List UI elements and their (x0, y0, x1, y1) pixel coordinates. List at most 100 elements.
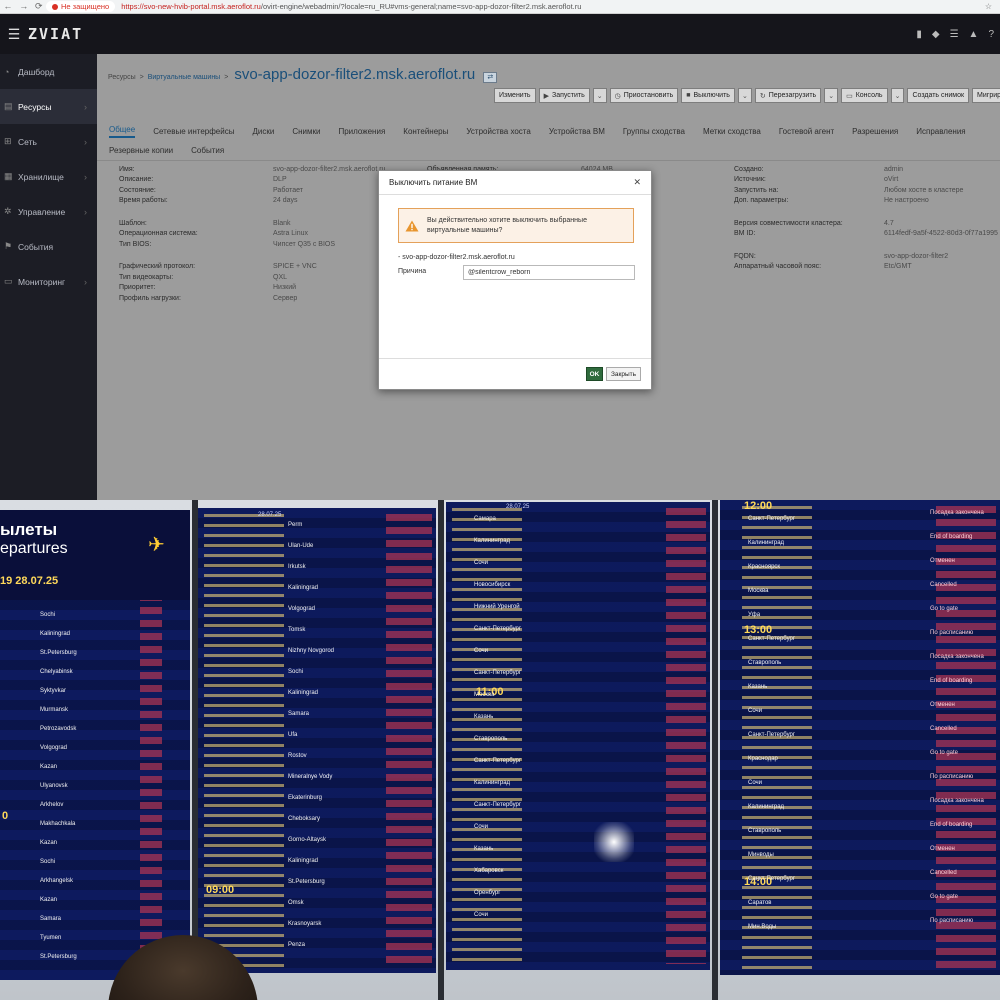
destination-city: Ставрополь (474, 736, 508, 742)
destination-city: Nizhny Novgorod (288, 648, 335, 654)
shutdown-button[interactable]: ■ Выключить (681, 88, 735, 103)
destination-city: Mineralnye Vody (288, 774, 333, 780)
destination-city: Krasnoyarsk (288, 921, 322, 927)
reason-input[interactable] (463, 265, 635, 280)
tab-row1-5[interactable]: Контейнеры (403, 127, 448, 136)
destination-city: Kaliningrad (40, 631, 71, 637)
reboot-button[interactable]: ↻ Перезагрузить (754, 88, 822, 103)
gear-icon: ✲ (4, 206, 12, 216)
light-glare (594, 822, 634, 862)
edit-button[interactable]: Изменить (494, 88, 536, 103)
page-title: svo-app-dozor-filter2.msk.aeroflot.ru (234, 66, 476, 83)
bell-icon[interactable]: ▲ (969, 29, 979, 40)
breadcrumb-root[interactable]: Ресурсы (108, 74, 136, 81)
bookmark-icon[interactable]: ▮ (916, 29, 922, 40)
tab-row2-0[interactable]: Резервные копии (109, 146, 173, 155)
forward-icon[interactable]: → (19, 1, 28, 12)
board-date: 28.07.25 (258, 512, 282, 518)
destination-city: Калининград (474, 538, 511, 544)
detail-key: Доп. параметры: (734, 197, 789, 205)
destination-city: Санкт-Петербург (748, 636, 796, 642)
detail-key: Имя: (119, 165, 135, 173)
detail-key: Операционная система: (119, 230, 198, 238)
destination-city: Уфа (748, 612, 761, 618)
header-icons: ▮ ◆ ☰ ▲ ? (916, 29, 1000, 40)
insecure-badge[interactable]: Не защищено (46, 1, 116, 12)
sidebar-item-resources[interactable]: ▤ Ресурсы › (0, 89, 97, 124)
reload-icon[interactable]: ⟳ (35, 1, 43, 12)
close-button[interactable]: Закрыть (605, 367, 641, 381)
console-button[interactable]: ▭ Консоль (841, 88, 888, 103)
tab-row1-11[interactable]: Разрешения (852, 127, 898, 136)
destination-city: Новосибирск (474, 582, 511, 588)
tab-row1-12[interactable]: Исправления (916, 127, 965, 136)
sidebar-item-network[interactable]: ⊞ Сеть › (0, 124, 97, 159)
back-icon[interactable]: ← (3, 1, 12, 12)
tag-icon[interactable]: ◆ (932, 29, 940, 40)
status-column (666, 508, 706, 964)
destination-city: Санкт-Петербург (748, 876, 796, 882)
destination-city: Москва (748, 588, 769, 594)
sidebar-item-label: Ресурсы (18, 101, 52, 112)
destination-city: Санкт-Петербург (748, 516, 796, 522)
flight-status: Cancelled (930, 726, 957, 732)
pause-button[interactable]: ◷ Приостановить (609, 88, 679, 103)
flight-status: Отменен (930, 846, 955, 852)
board-date: 19 28.07.25 (0, 575, 59, 587)
tab-row1-8[interactable]: Группы сходства (623, 127, 685, 136)
board-title-ru: ылеты (0, 520, 58, 539)
dashboard-icon: ◔ (4, 66, 10, 77)
detail-key: FQDN: (734, 252, 756, 260)
tab-row1-7[interactable]: Устройства ВМ (549, 127, 605, 136)
sidebar-item-admin[interactable]: ✲ Управление › (0, 194, 97, 229)
board-header: ылеты epartures 19 28.07.25 ✈ (0, 510, 190, 600)
sidebar-item-label: Дашборд (18, 66, 55, 77)
destination-city: Самара (474, 516, 496, 522)
detail-row: Запустить на: Любом хосте в кластере (734, 185, 998, 196)
detail-value: admin (884, 165, 904, 173)
destination-city: Сочи (474, 648, 489, 654)
tasks-icon[interactable]: ☰ (950, 29, 959, 40)
menu-icon[interactable]: ☰ (0, 26, 28, 43)
start-label: Запустить (551, 92, 585, 99)
tabs-divider (97, 160, 1000, 161)
hour-marker: 0 (2, 810, 9, 822)
detail-key: Аппаратный часовой пояс: (734, 263, 822, 271)
tab-row1-4[interactable]: Приложения (338, 127, 385, 136)
snapshot-button[interactable]: Создать снимок (907, 88, 970, 103)
close-icon[interactable]: ✕ (633, 177, 641, 188)
tab-row2-1[interactable]: События (191, 146, 224, 155)
tab-row1-0[interactable]: Общее (109, 125, 136, 138)
tab-row1-2[interactable]: Диски (252, 127, 274, 136)
tab-row1-9[interactable]: Метки сходства (703, 127, 761, 136)
tab-row1-3[interactable]: Снимки (292, 127, 320, 136)
sidebar-item-dashboard[interactable]: ◔ Дашборд (0, 54, 97, 89)
sidebar: ◔ Дашборд ▤ Ресурсы › ⊞ Сеть › ▦ Хранили… (0, 54, 97, 500)
help-icon[interactable]: ? (988, 29, 994, 40)
reboot-dropdown[interactable]: ⌄ (824, 88, 839, 103)
sidebar-item-storage[interactable]: ▦ Хранилище › (0, 159, 97, 194)
destination-city: Калининград (748, 540, 785, 546)
tab-row1-6[interactable]: Устройства хоста (466, 127, 530, 136)
start-button[interactable]: ▶ Запустить (538, 88, 590, 103)
destination-city: Gorno-Altaysk (288, 837, 327, 843)
shutdown-dropdown[interactable]: ⌄ (737, 88, 752, 103)
tab-row1-1[interactable]: Сетевые интерфейсы (153, 127, 234, 136)
console-dropdown[interactable]: ⌄ (890, 88, 905, 103)
star-icon[interactable]: ☆ (985, 2, 992, 11)
tab-row1-10[interactable]: Гостевой агент (779, 127, 834, 136)
breadcrumb-section[interactable]: Виртуальные машины (148, 74, 221, 81)
detail-value: Работает (273, 186, 303, 194)
migrate-button[interactable]: Мигриров (972, 88, 1000, 103)
sidebar-item-monitoring[interactable]: ▭ Мониторинг › (0, 264, 97, 299)
destination-city: Perm (288, 522, 303, 528)
destination-city: Kazan (40, 840, 58, 846)
url-field[interactable]: https://svo-new-hvib-portal.msk.aeroflot… (121, 2, 985, 11)
dialog-footer: OK Закрыть (379, 358, 651, 389)
ok-button[interactable]: OK (585, 367, 603, 381)
tag-button[interactable]: ⇄ (483, 72, 498, 83)
sidebar-item-events[interactable]: ⚑ События (0, 229, 97, 264)
flight-status: Go to gate (930, 750, 959, 756)
start-dropdown[interactable]: ⌄ (592, 88, 607, 103)
destination-city: Сочи (474, 912, 489, 918)
